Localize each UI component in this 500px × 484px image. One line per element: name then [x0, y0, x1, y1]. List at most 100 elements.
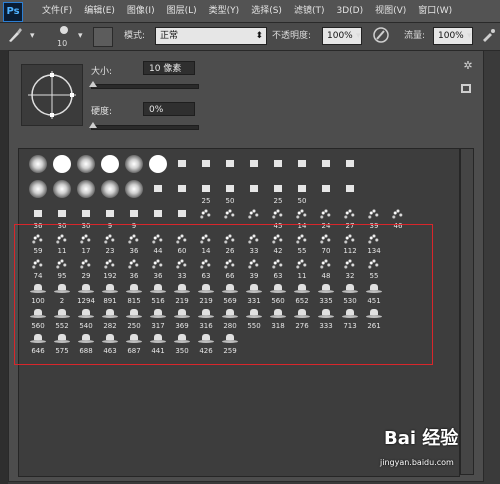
brush-preset[interactable]: 50: [290, 181, 314, 206]
brush-preset[interactable]: 39: [362, 206, 386, 231]
brush-preset[interactable]: 29: [74, 256, 98, 281]
airbrush-icon[interactable]: [480, 26, 498, 46]
brush-preset[interactable]: 74: [26, 256, 50, 281]
brush-preset[interactable]: 259: [218, 331, 242, 356]
brush-tool-icon[interactable]: [6, 26, 26, 46]
size-input[interactable]: 10 像素: [143, 61, 195, 75]
brush-preset[interactable]: 451: [362, 281, 386, 306]
brush-preset[interactable]: 540: [74, 306, 98, 331]
brush-preset[interactable]: 276: [290, 306, 314, 331]
brush-preset[interactable]: 30: [50, 206, 74, 231]
brush-preset[interactable]: [242, 206, 266, 231]
brush-preset[interactable]: 33: [242, 231, 266, 256]
menu-item[interactable]: 类型(Y): [203, 0, 246, 22]
brush-preset[interactable]: 646: [26, 331, 50, 356]
brush-preset[interactable]: [314, 156, 338, 181]
brush-preset[interactable]: [242, 181, 266, 206]
brush-preset[interactable]: [122, 179, 146, 206]
menu-item[interactable]: 图层(L): [161, 0, 203, 22]
brush-preset[interactable]: [50, 179, 74, 206]
brush-preset[interactable]: 9: [122, 206, 146, 231]
brush-preset[interactable]: 815: [122, 281, 146, 306]
brush-preset[interactable]: 95: [50, 256, 74, 281]
brush-preset[interactable]: 36: [122, 256, 146, 281]
brush-preset[interactable]: 317: [146, 306, 170, 331]
gear-icon[interactable]: ✲: [461, 59, 475, 73]
mode-select[interactable]: 正常 ⬍: [155, 27, 267, 45]
menu-item[interactable]: 窗口(W): [412, 0, 458, 22]
brush-preset[interactable]: [170, 156, 194, 181]
brush-preset[interactable]: 550: [242, 306, 266, 331]
brush-preset[interactable]: [122, 154, 146, 181]
menu-item[interactable]: 选择(S): [245, 0, 288, 22]
brush-preset[interactable]: 55: [290, 231, 314, 256]
brush-preset[interactable]: 25: [266, 181, 290, 206]
brush-preset[interactable]: 652: [290, 281, 314, 306]
brush-preset[interactable]: 42: [266, 231, 290, 256]
brush-preset[interactable]: 112: [338, 231, 362, 256]
brush-preset[interactable]: 25: [194, 181, 218, 206]
flow-arrow-icon[interactable]: ▾: [467, 26, 472, 46]
brush-preset[interactable]: 441: [146, 331, 170, 356]
brush-preset[interactable]: 59: [26, 231, 50, 256]
brush-preset[interactable]: [194, 206, 218, 231]
brush-preset[interactable]: [26, 179, 50, 206]
brush-preset[interactable]: 11: [290, 256, 314, 281]
menu-item[interactable]: 3D(D): [330, 0, 369, 22]
tool-preset-arrow-icon[interactable]: ▾: [30, 26, 35, 46]
brush-preset[interactable]: [290, 156, 314, 181]
brush-preset[interactable]: 63: [266, 256, 290, 281]
brush-preset[interactable]: 713: [338, 306, 362, 331]
brush-preset[interactable]: 219: [170, 281, 194, 306]
brush-preset[interactable]: 63: [194, 256, 218, 281]
brush-preset[interactable]: 11: [50, 231, 74, 256]
brush-preset[interactable]: 2: [50, 281, 74, 306]
brush-preset[interactable]: 134: [362, 231, 386, 256]
brush-preset[interactable]: 23: [98, 231, 122, 256]
brush-preset[interactable]: 192: [98, 256, 122, 281]
brush-preset[interactable]: [218, 156, 242, 181]
hardness-slider[interactable]: [91, 125, 199, 130]
brush-preset[interactable]: 17: [74, 231, 98, 256]
brush-preset[interactable]: 36: [26, 206, 50, 231]
brush-preset[interactable]: 14: [194, 231, 218, 256]
brush-preset[interactable]: 26: [218, 231, 242, 256]
brush-preset[interactable]: 100: [26, 281, 50, 306]
brush-preset[interactable]: 891: [98, 281, 122, 306]
hardness-input[interactable]: 0%: [143, 102, 195, 116]
brush-preset[interactable]: 1294: [74, 281, 98, 306]
brush-preset[interactable]: 560: [26, 306, 50, 331]
brush-preset[interactable]: 27: [338, 206, 362, 231]
size-slider-thumb[interactable]: [89, 81, 97, 87]
brush-preset[interactable]: [146, 181, 170, 206]
brush-preset[interactable]: [146, 206, 170, 231]
brush-preset[interactable]: 369: [170, 306, 194, 331]
brush-panel-toggle-icon[interactable]: [93, 27, 113, 47]
brush-preset[interactable]: 50: [218, 181, 242, 206]
brush-picker[interactable]: 10: [54, 25, 76, 48]
brush-preset[interactable]: [170, 206, 194, 231]
brush-preset[interactable]: [98, 154, 122, 181]
brush-preset[interactable]: 530: [338, 281, 362, 306]
brush-preset[interactable]: [98, 179, 122, 206]
brush-preset[interactable]: 688: [74, 331, 98, 356]
brush-preset[interactable]: 66: [218, 256, 242, 281]
brush-picker-arrow-icon[interactable]: ▾: [78, 26, 83, 46]
brush-preset[interactable]: [266, 156, 290, 181]
brush-preset[interactable]: [194, 156, 218, 181]
brush-preset[interactable]: 426: [194, 331, 218, 356]
pressure-opacity-icon[interactable]: [372, 26, 390, 46]
brush-preset[interactable]: [26, 154, 50, 181]
menu-item[interactable]: 编辑(E): [78, 0, 121, 22]
brush-preset[interactable]: [146, 154, 170, 181]
brush-preset[interactable]: [74, 154, 98, 181]
menu-item[interactable]: 滤镜(T): [288, 0, 331, 22]
brush-preset[interactable]: [170, 181, 194, 206]
brush-preset[interactable]: 261: [362, 306, 386, 331]
brush-preset[interactable]: 60: [170, 231, 194, 256]
brush-preset[interactable]: 280: [218, 306, 242, 331]
brush-preset[interactable]: [338, 181, 362, 206]
brush-preset[interactable]: 36: [122, 231, 146, 256]
brush-preset[interactable]: [218, 206, 242, 231]
brush-preset[interactable]: 569: [218, 281, 242, 306]
